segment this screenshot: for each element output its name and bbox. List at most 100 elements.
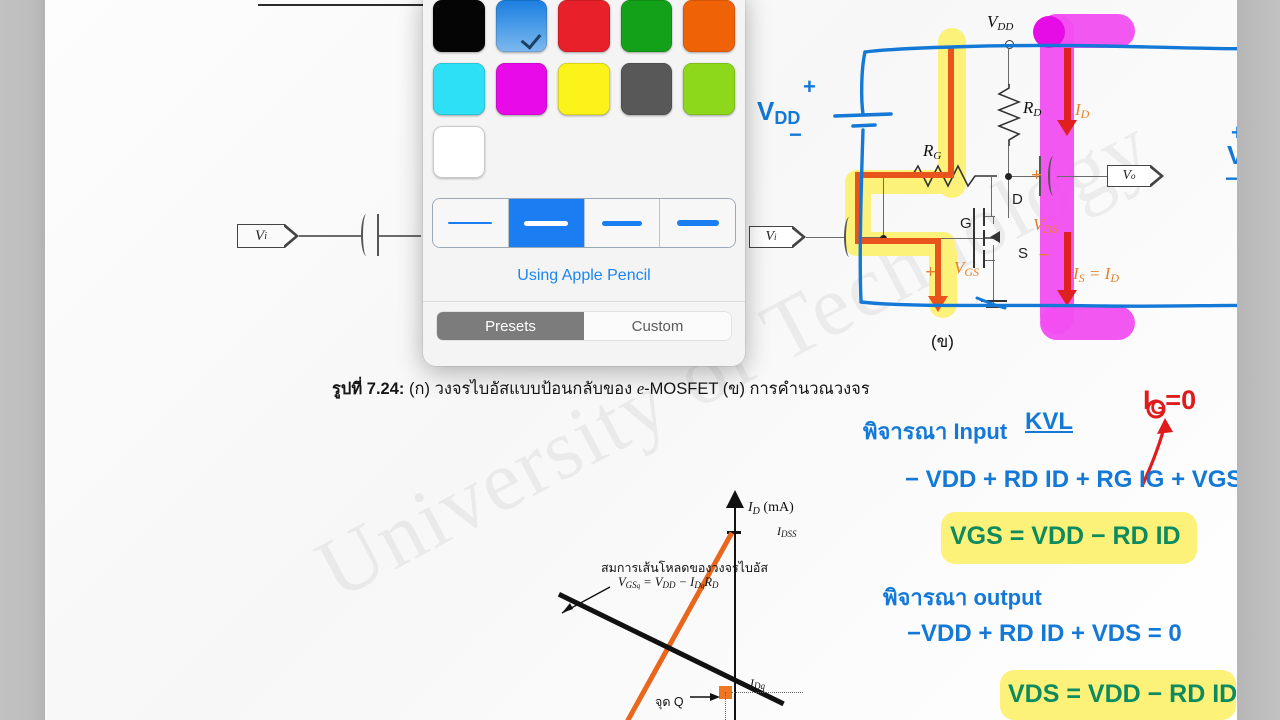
capacitor-out-curved-plate bbox=[1048, 156, 1057, 196]
orange-path-vertical-2 bbox=[935, 238, 941, 300]
figure-caption: รูปที่ 7.24: (ก) วงจรไบอัสแบบป้อนกลับของ… bbox=[332, 376, 1022, 402]
mosfet-channel-source bbox=[983, 250, 986, 268]
chart-y-axis-label: ID (mA) bbox=[748, 500, 794, 517]
red-arrow-id-head bbox=[1057, 120, 1077, 136]
label-terminal-d: D bbox=[1012, 191, 1023, 208]
line-width-extra-thick[interactable] bbox=[660, 199, 735, 247]
label-terminal-s: S bbox=[1018, 245, 1029, 262]
color-swatch-blue[interactable] bbox=[495, 0, 548, 52]
chart-q-vertical-dotted bbox=[725, 692, 726, 720]
chart-q-horizontal-dotted bbox=[731, 692, 803, 693]
label-vdd: VDD bbox=[987, 12, 1014, 33]
presets-custom-segmented-control[interactable]: Presets Custom bbox=[437, 312, 731, 340]
vdd-node-circle bbox=[1005, 40, 1014, 49]
resistor-rd-symbol bbox=[996, 84, 1022, 146]
color-swatch-lime[interactable] bbox=[683, 63, 735, 115]
color-swatch-cyan[interactable] bbox=[433, 63, 485, 115]
color-swatch-dark-gray[interactable] bbox=[620, 63, 673, 115]
minus-sign-vds: − bbox=[1038, 245, 1050, 266]
wire-rg-right-down bbox=[991, 176, 993, 216]
document-page: University of Technology Vi Vi bbox=[45, 0, 1237, 720]
wire-drain-down bbox=[1008, 176, 1010, 218]
label-rg: RG bbox=[923, 141, 942, 162]
input-terminal-vi-left: Vi Vi bbox=[237, 224, 285, 248]
wire-ds-right bbox=[993, 245, 995, 261]
output-terminal-vo: Vo bbox=[1107, 165, 1151, 187]
mosfet-arrow bbox=[990, 231, 1000, 243]
orange-path-vertical-1 bbox=[855, 172, 861, 240]
color-picker-popover[interactable]: Using Apple Pencil Presets Custom bbox=[423, 0, 745, 366]
color-swatch-yellow[interactable] bbox=[558, 63, 610, 115]
color-swatch-grid bbox=[423, 0, 745, 193]
label-id: ID bbox=[1075, 100, 1090, 121]
color-swatch-row-2 bbox=[433, 63, 735, 115]
label-vds: VDS bbox=[1033, 215, 1059, 236]
color-swatch-row-3 bbox=[433, 126, 735, 178]
caption-mosfet: -MOSFET bbox=[644, 380, 719, 398]
tab-presets[interactable]: Presets bbox=[437, 312, 584, 340]
wire-rg-left-down bbox=[883, 176, 885, 238]
vi-left-arrow-inner bbox=[283, 226, 295, 246]
orange-path-vdd-down bbox=[948, 48, 954, 178]
wire-rd-down bbox=[1008, 146, 1010, 176]
label-vgs: VGS bbox=[954, 258, 980, 279]
right-page-margin bbox=[1237, 0, 1280, 720]
handwritten-minus-left: − bbox=[789, 122, 802, 147]
handwritten-equation-input: − VDD + RD ID + RG IG + VGS = 0 bbox=[905, 466, 1237, 493]
highlight-magenta-start-dot bbox=[1033, 16, 1065, 48]
using-apple-pencil-label: Using Apple Pencil bbox=[423, 247, 745, 302]
color-swatch-black[interactable] bbox=[433, 0, 485, 52]
red-arrow-is-shaft bbox=[1064, 232, 1071, 294]
chart-q-point-annotation: จุด Q bbox=[655, 695, 684, 709]
label-is-eq-id: IS = ID bbox=[1073, 264, 1119, 285]
tab-custom[interactable]: Custom bbox=[584, 312, 731, 340]
wire-vdd-down bbox=[1008, 49, 1010, 85]
input-terminal-vi-right: Vi bbox=[749, 226, 793, 248]
wire-to-vo bbox=[1057, 176, 1107, 178]
plus-sign-vgs: + bbox=[925, 262, 936, 283]
presets-custom-segmented-wrap: Presets Custom bbox=[423, 302, 745, 352]
wire-vi-left bbox=[299, 235, 361, 237]
wire-vi-right bbox=[806, 237, 844, 239]
color-swatch-orange[interactable] bbox=[683, 0, 735, 52]
red-arrow-id-shaft bbox=[1064, 48, 1071, 126]
line-width-thin[interactable] bbox=[433, 199, 509, 247]
orange-path-horizontal-1 bbox=[855, 172, 954, 178]
orange-path-horizontal-2 bbox=[855, 238, 941, 244]
wire-drain-connect bbox=[985, 216, 995, 218]
capacitor-in-curved-plate bbox=[844, 217, 853, 257]
red-arrow-is-head bbox=[1057, 290, 1077, 306]
wire-after-capacitor-left bbox=[379, 235, 421, 237]
left-page-margin bbox=[0, 0, 45, 720]
color-swatch-white[interactable] bbox=[433, 126, 485, 178]
ground-plate-1 bbox=[981, 300, 1007, 302]
caption-part-b: (ข) การคำนวณวงจร bbox=[722, 380, 870, 398]
orange-arrow-head-gs bbox=[928, 296, 948, 312]
handwritten-equation-vgs-result: VGS = VDD − RD ID bbox=[950, 522, 1181, 550]
subfigure-label-b: (ข) bbox=[931, 332, 954, 351]
label-terminal-g: G bbox=[960, 215, 972, 232]
color-swatch-green[interactable] bbox=[620, 0, 673, 52]
chart-y-axis bbox=[734, 505, 736, 720]
label-rd: RD bbox=[1023, 98, 1042, 119]
highlight-magenta-bottom bbox=[1040, 306, 1135, 340]
junction-dot-drain bbox=[1005, 173, 1012, 180]
capacitor-left-curved-plate bbox=[361, 214, 370, 256]
handwritten-minus-right: − bbox=[1225, 166, 1237, 191]
color-swatch-magenta[interactable] bbox=[495, 63, 548, 115]
handwritten-plus-left: + bbox=[803, 74, 816, 99]
handwritten-kvl: KVL bbox=[1025, 408, 1073, 435]
chart-annotation-arrow-q bbox=[690, 693, 720, 701]
color-swatch-red[interactable] bbox=[558, 0, 610, 52]
line-width-thick[interactable] bbox=[584, 199, 661, 247]
vi-right-arrow-inner bbox=[791, 228, 802, 246]
caption-number: รูปที่ 7.24: bbox=[332, 380, 405, 398]
handwritten-plus-right: + bbox=[1231, 120, 1237, 146]
plus-sign-vds: + bbox=[1031, 165, 1042, 186]
line-width-medium[interactable] bbox=[508, 199, 585, 247]
ground-plate-2 bbox=[986, 306, 1002, 308]
line-width-selector[interactable] bbox=[433, 199, 735, 247]
handwritten-equation-vds-result: VDS = VDD − RD ID bbox=[1008, 680, 1237, 708]
chart-loadline-annotation-formula: VGSq = VDD − IDqRD bbox=[618, 575, 719, 590]
handwritten-heading-output: พิจารณา output bbox=[883, 585, 1042, 610]
